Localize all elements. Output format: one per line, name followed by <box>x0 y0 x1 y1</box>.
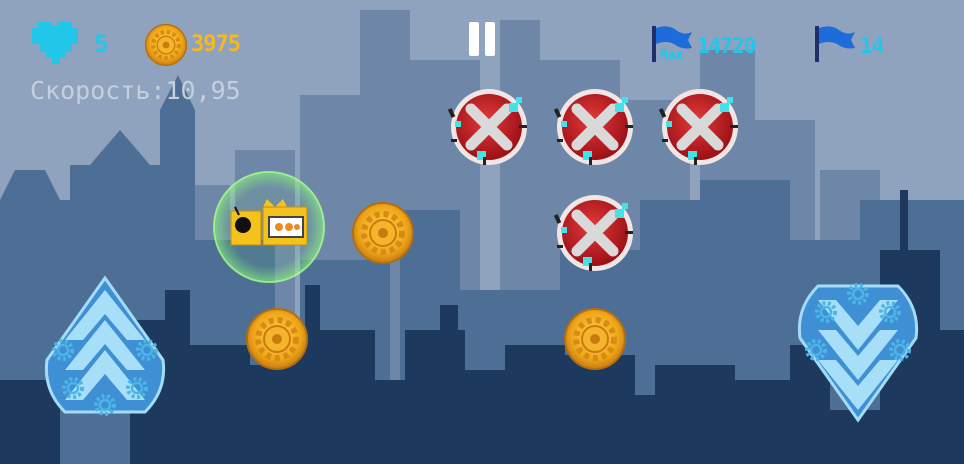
max-label: Max <box>660 48 684 63</box>
max-distance: 14720 <box>697 34 756 58</box>
pause-button[interactable] <box>466 22 498 56</box>
pause-icon <box>469 22 479 56</box>
coin-count: 3975 <box>191 32 241 57</box>
coin-icon <box>146 25 187 66</box>
current-distance: 14 <box>860 34 884 58</box>
coin-icon <box>565 309 625 369</box>
pause-icon-bar <box>485 22 495 56</box>
player-character <box>213 171 325 283</box>
game-scene <box>0 0 964 464</box>
lives-count: 5 <box>94 30 108 58</box>
coin-icon <box>353 203 413 263</box>
coin-icon <box>247 309 307 369</box>
speed-readout: Скорость:10,95 <box>30 76 241 105</box>
